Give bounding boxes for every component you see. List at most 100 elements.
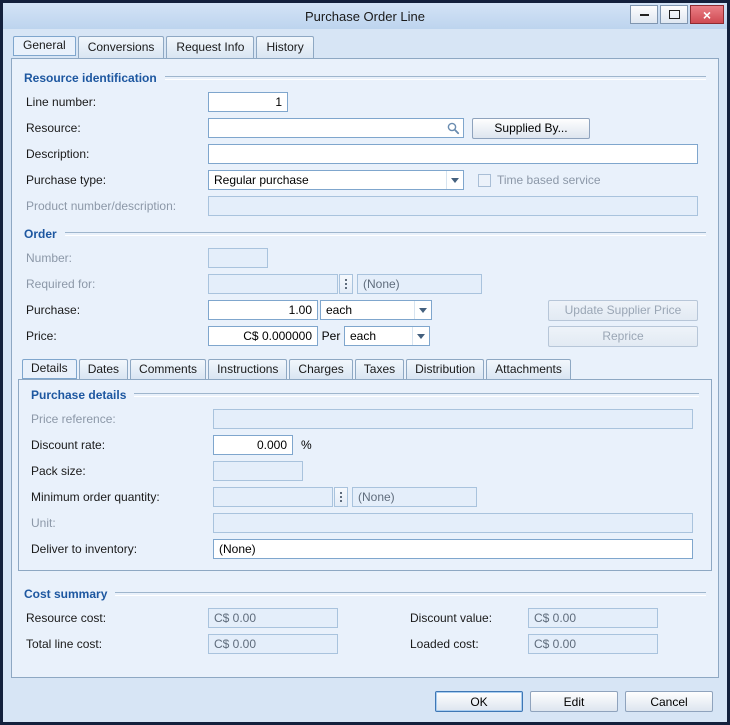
tab-attachments[interactable]: Attachments xyxy=(486,359,571,379)
purchase-details-heading: Purchase details xyxy=(31,388,126,402)
purchase-type-label: Purchase type: xyxy=(26,173,208,187)
time-based-service-checkbox xyxy=(478,174,491,187)
required-for-none-field xyxy=(357,274,482,294)
minimum-order-quantity-label: Minimum order quantity: xyxy=(31,490,213,504)
tab-history[interactable]: History xyxy=(256,36,313,58)
reprice-button: Reprice xyxy=(548,326,698,347)
resource-lookup-field[interactable] xyxy=(208,118,464,138)
cancel-button[interactable]: Cancel xyxy=(625,691,713,712)
cost-summary-group-header: Cost summary xyxy=(24,587,706,601)
required-for-row: Required for: xyxy=(26,271,704,297)
purchase-type-dropdown[interactable]: Regular purchase xyxy=(208,170,464,190)
purchase-unit-dropdown[interactable]: each xyxy=(320,300,432,320)
resource-identification-heading: Resource identification xyxy=(24,71,157,85)
tab-taxes[interactable]: Taxes xyxy=(355,359,404,379)
tab-conversions[interactable]: Conversions xyxy=(78,36,165,58)
required-for-label: Required for: xyxy=(26,277,208,291)
unit-label: Unit: xyxy=(31,516,213,530)
ok-button[interactable]: OK xyxy=(435,691,523,712)
tab-details[interactable]: Details xyxy=(22,359,77,379)
purchase-type-value: Regular purchase xyxy=(209,173,446,187)
order-heading: Order xyxy=(24,227,57,241)
discount-rate-field[interactable] xyxy=(213,435,293,455)
unit-row: Unit: xyxy=(31,510,699,536)
minimize-icon xyxy=(640,14,649,16)
minimum-order-quantity-field xyxy=(213,487,333,507)
group-rule xyxy=(165,76,706,80)
cost-summary-heading: Cost summary xyxy=(24,587,107,601)
update-supplier-price-button: Update Supplier Price xyxy=(548,300,698,321)
total-line-cost-field xyxy=(208,634,338,654)
cost-summary-row-1: Resource cost: Discount value: xyxy=(26,605,704,631)
order-number-field xyxy=(208,248,268,268)
purchase-row: Purchase: each Update Supplier Price xyxy=(26,297,704,323)
loaded-cost-field xyxy=(528,634,658,654)
tab-dates[interactable]: Dates xyxy=(79,359,128,379)
search-icon[interactable] xyxy=(446,121,460,135)
window-title: Purchase Order Line xyxy=(3,9,727,24)
minimize-button[interactable] xyxy=(630,5,658,24)
details-tab-page: Purchase details Price reference: Discou… xyxy=(18,379,712,571)
resource-identification-group-header: Resource identification xyxy=(24,71,706,85)
price-reference-row: Price reference: xyxy=(31,406,699,432)
tab-instructions[interactable]: Instructions xyxy=(208,359,287,379)
title-bar: Purchase Order Line xyxy=(3,3,727,29)
time-based-service-label: Time based service xyxy=(497,173,601,187)
edit-button[interactable]: Edit xyxy=(530,691,618,712)
maximize-icon xyxy=(669,10,680,19)
resource-row: Resource: Supplied By... xyxy=(26,115,704,141)
general-tab-page: Resource identification Line number: Res… xyxy=(11,58,719,678)
pack-size-row: Pack size: xyxy=(31,458,699,484)
group-rule xyxy=(115,592,706,596)
purchase-details-group-header: Purchase details xyxy=(31,388,699,402)
purchase-order-line-dialog: Purchase Order Line × General Conversion… xyxy=(0,0,730,725)
deliver-to-inventory-field[interactable] xyxy=(213,539,693,559)
line-number-label: Line number: xyxy=(26,95,208,109)
pack-size-field xyxy=(213,461,303,481)
line-number-field[interactable] xyxy=(208,92,288,112)
price-reference-field xyxy=(213,409,693,429)
discount-value-label: Discount value: xyxy=(410,611,528,625)
group-rule xyxy=(134,393,699,397)
price-label: Price: xyxy=(26,329,208,343)
description-field[interactable] xyxy=(208,144,698,164)
dropdown-arrow-icon xyxy=(446,171,463,189)
purchase-quantity-field[interactable] xyxy=(208,300,318,320)
tab-general[interactable]: General xyxy=(13,36,76,56)
cost-summary-row-2: Total line cost: Loaded cost: xyxy=(26,631,704,657)
detail-tab-strip: Details Dates Comments Instructions Char… xyxy=(22,359,714,379)
tab-charges[interactable]: Charges xyxy=(289,359,352,379)
dropdown-arrow-icon xyxy=(414,301,431,319)
price-unit-dropdown[interactable]: each xyxy=(344,326,430,346)
close-icon: × xyxy=(703,8,711,22)
order-group-header: Order xyxy=(24,227,706,241)
description-label: Description: xyxy=(26,147,208,161)
close-button[interactable]: × xyxy=(690,5,724,24)
required-for-field xyxy=(208,274,338,294)
price-field[interactable] xyxy=(208,326,318,346)
maximize-button[interactable] xyxy=(660,5,688,24)
percent-label: % xyxy=(301,438,312,452)
required-for-ellipsis-button xyxy=(339,274,353,294)
purchase-unit-value: each xyxy=(321,303,414,317)
tab-distribution[interactable]: Distribution xyxy=(406,359,484,379)
total-line-cost-label: Total line cost: xyxy=(26,637,208,651)
ellipsis-icon xyxy=(340,492,342,502)
discount-value-field xyxy=(528,608,658,628)
order-number-row: Number: xyxy=(26,245,704,271)
price-row: Price: Per each Reprice xyxy=(26,323,704,349)
discount-rate-row: Discount rate: % xyxy=(31,432,699,458)
line-number-row: Line number: xyxy=(26,89,704,115)
resource-label: Resource: xyxy=(26,121,208,135)
purchase-type-row: Purchase type: Regular purchase Time bas… xyxy=(26,167,704,193)
resource-input[interactable] xyxy=(209,120,443,136)
tab-request-info[interactable]: Request Info xyxy=(166,36,254,58)
tab-comments[interactable]: Comments xyxy=(130,359,206,379)
discount-rate-label: Discount rate: xyxy=(31,438,213,452)
price-unit-value: each xyxy=(345,329,412,343)
supplied-by-button[interactable]: Supplied By... xyxy=(472,118,590,139)
resource-cost-label: Resource cost: xyxy=(26,611,208,625)
order-number-label: Number: xyxy=(26,251,208,265)
footer-button-bar: OK Edit Cancel xyxy=(435,691,713,712)
product-number-field xyxy=(208,196,698,216)
